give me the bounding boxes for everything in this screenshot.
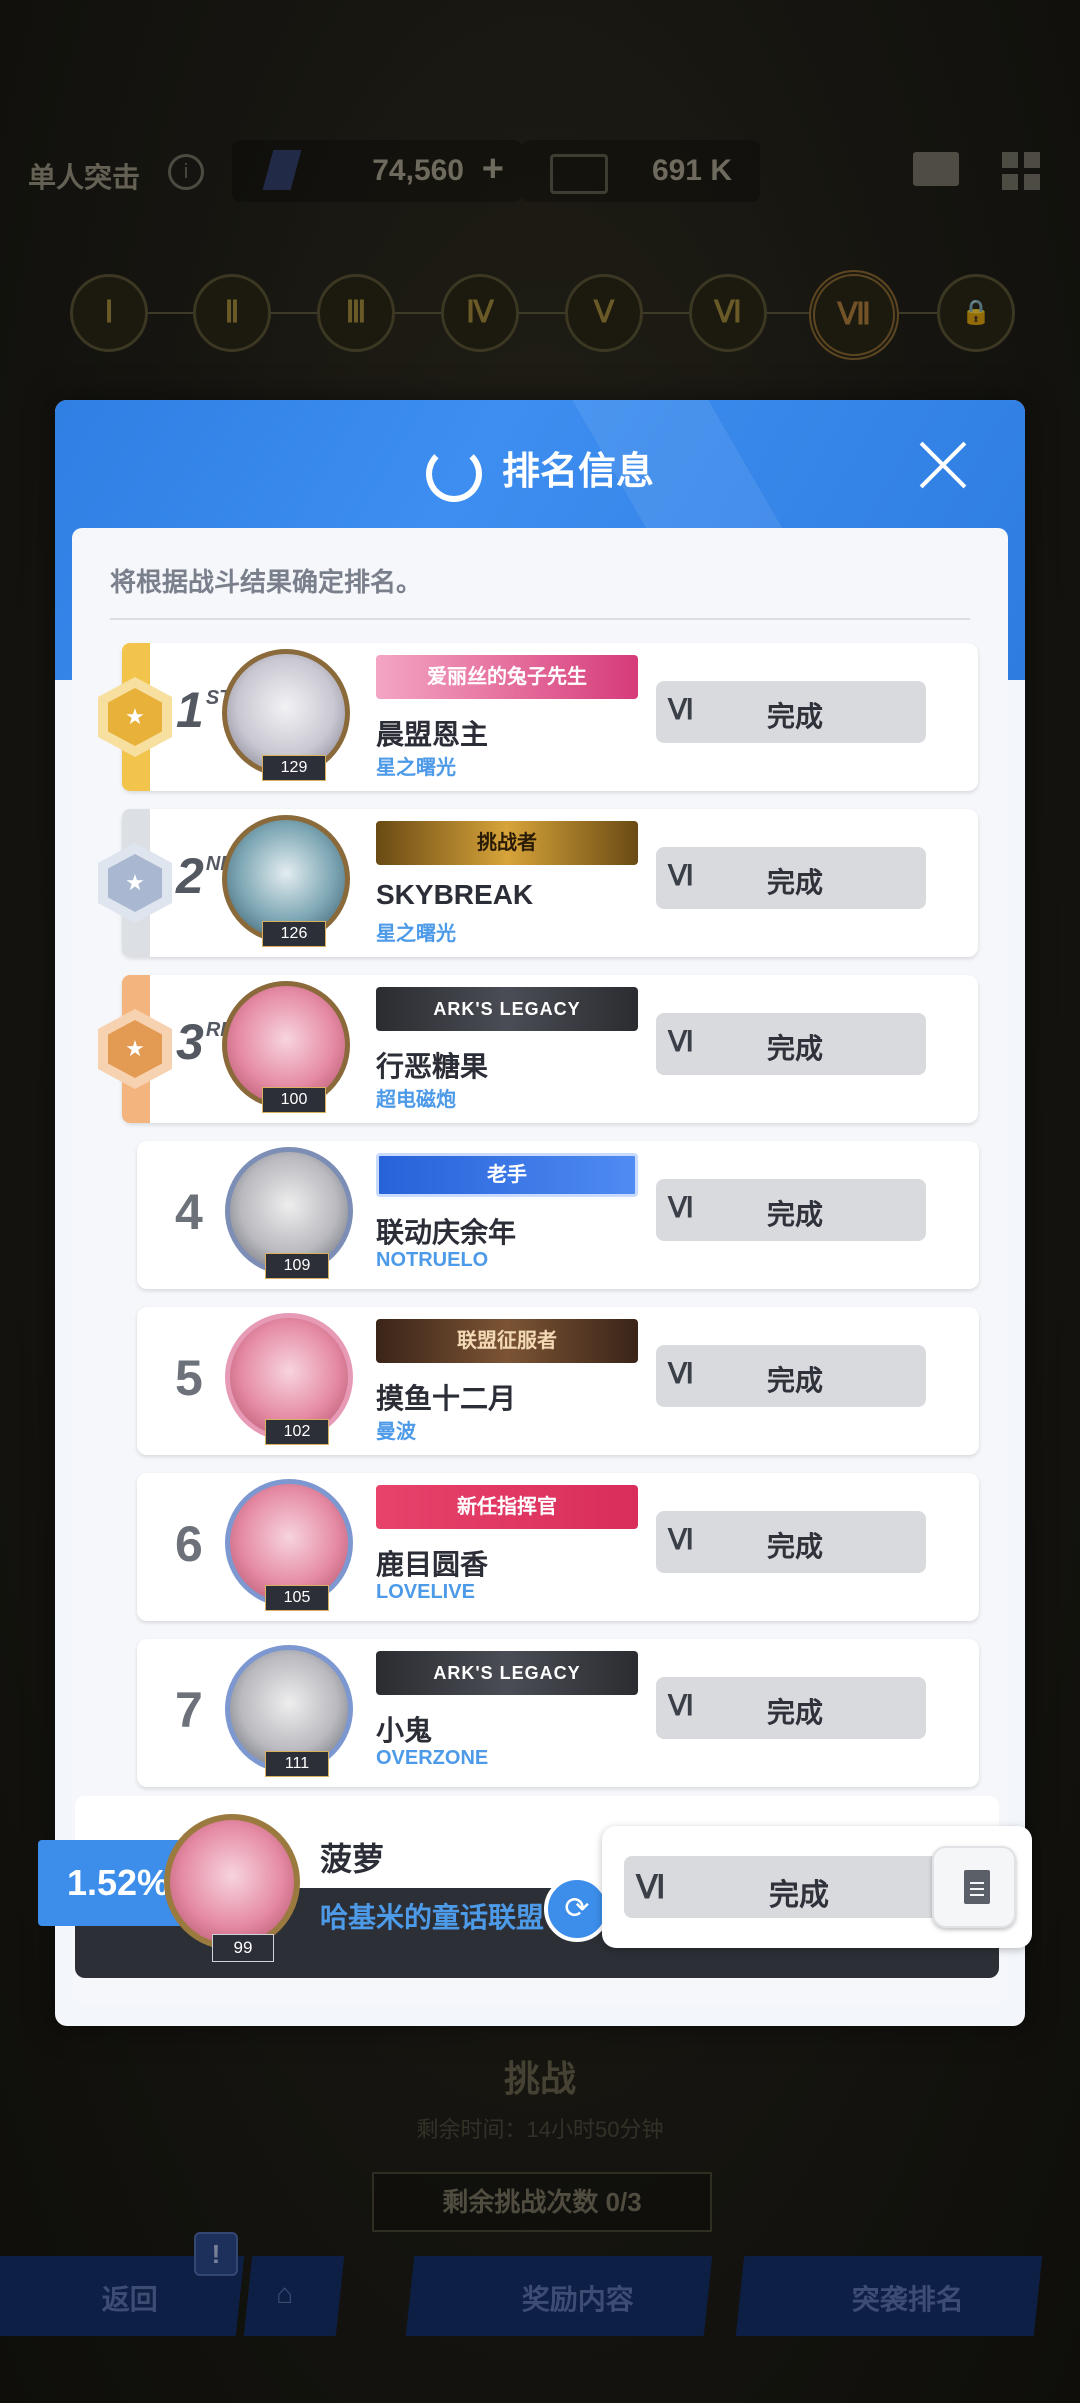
clear-status: Ⅵ 完成 <box>656 1345 926 1407</box>
player-guild: 超电磁炮 <box>376 1089 456 1111</box>
player-guild: 曼波 <box>376 1421 416 1443</box>
ranking-row-3[interactable]: ★ 3 RD 100 ARK'S LEGACY 行恶糖果 超电磁炮 Ⅵ 完成 <box>98 975 978 1123</box>
player-guild: OVERZONE <box>376 1747 489 1769</box>
gold-medal-icon: ★ <box>98 677 172 757</box>
player-guild: 星之曙光 <box>376 757 456 779</box>
status-text: 完成 <box>766 701 823 732</box>
status-text: 完成 <box>766 1697 823 1728</box>
player-level: 100 <box>262 1087 326 1113</box>
document-icon <box>964 1870 990 1904</box>
rank-number: 5 <box>175 1350 203 1406</box>
status-tier: Ⅵ <box>668 1691 694 1722</box>
clear-status: Ⅵ 完成 <box>656 681 926 743</box>
status-tier: Ⅵ <box>668 861 694 892</box>
clear-status: Ⅵ 完成 <box>656 1677 926 1739</box>
rank-number: 7 <box>175 1682 203 1738</box>
player-guild: NOTRUELO <box>376 1249 489 1271</box>
player-name: 摸鱼十二月 <box>376 1383 517 1414</box>
status-tier: Ⅵ <box>668 1027 694 1058</box>
ranking-row-5[interactable]: 5 102 联盟征服者 摸鱼十二月 曼波 Ⅵ 完成 <box>137 1307 979 1455</box>
my-name: 菠萝 <box>320 1841 385 1877</box>
clear-status: Ⅵ 完成 <box>656 1179 926 1241</box>
player-name: 小鬼 <box>376 1715 433 1746</box>
player-name: 联动庆余年 <box>376 1217 517 1248</box>
close-button[interactable] <box>917 440 967 490</box>
clear-status: Ⅵ 完成 <box>656 1013 926 1075</box>
player-name: 晨盟恩主 <box>376 719 489 750</box>
status-text: 完成 <box>766 1531 823 1562</box>
ranking-row-6[interactable]: 6 105 新任指挥官 鹿目圆香 LOVELIVE Ⅵ 完成 <box>137 1473 979 1621</box>
player-guild: 星之曙光 <box>376 923 456 945</box>
rank-number: 6 <box>175 1516 203 1572</box>
player-title-badge: ARK'S LEGACY <box>376 1651 638 1695</box>
clear-status: Ⅵ 完成 <box>656 847 926 909</box>
status-text: 完成 <box>766 867 823 898</box>
my-level: 99 <box>212 1934 274 1962</box>
player-level: 102 <box>265 1419 329 1445</box>
ranking-row-7[interactable]: 7 111 ARK'S LEGACY 小鬼 OVERZONE Ⅵ 完成 <box>137 1639 979 1787</box>
player-title-badge: 挑战者 <box>376 821 638 865</box>
my-ranking-row: 1.52% 99 菠萝 哈基米的童话联盟 ⟳ Ⅵ 完成 <box>38 1796 1032 1978</box>
my-clear-status: Ⅵ 完成 <box>624 1856 954 1918</box>
status-text: 完成 <box>769 1879 829 1912</box>
player-level: 111 <box>265 1751 329 1777</box>
modal-title-text: 排名信息 <box>501 451 654 493</box>
ranking-note: 将根据战斗结果确定排名。 <box>110 567 423 597</box>
player-level: 126 <box>262 921 326 947</box>
status-tier: Ⅵ <box>668 1193 694 1224</box>
player-title-badge: 新任指挥官 <box>376 1485 638 1529</box>
bronze-medal-icon: ★ <box>98 1009 172 1089</box>
my-battle-report-button[interactable] <box>932 1846 1016 1928</box>
player-level: 109 <box>265 1253 329 1279</box>
player-level: 105 <box>265 1585 329 1611</box>
status-tier: Ⅵ <box>668 1359 694 1390</box>
player-title-badge: ARK'S LEGACY <box>376 987 638 1031</box>
share-icon[interactable]: ⟳ <box>544 1876 610 1942</box>
player-name: 行恶糖果 <box>376 1051 489 1082</box>
status-text: 完成 <box>766 1033 823 1064</box>
my-avatar[interactable] <box>164 1814 300 1950</box>
laurel-icon <box>425 445 482 502</box>
ranking-modal: 排名信息 将根据战斗结果确定排名。 ★ 1 ST 129 爱丽丝的兔子先生 晨盟恩… <box>55 400 1025 2026</box>
player-guild: LOVELIVE <box>376 1581 475 1603</box>
my-guild: 哈基米的童话联盟 <box>320 1902 545 1933</box>
silver-medal-icon: ★ <box>98 843 172 923</box>
modal-title: 排名信息 <box>55 440 1025 502</box>
player-title-badge: 爱丽丝的兔子先生 <box>376 655 638 699</box>
status-tier: Ⅵ <box>636 1869 666 1905</box>
player-name: SKYBREAK <box>376 879 534 910</box>
player-title-badge: 联盟征服者 <box>376 1319 638 1363</box>
clear-status: Ⅵ 完成 <box>656 1511 926 1573</box>
modal-body: 将根据战斗结果确定排名。 ★ 1 ST 129 爱丽丝的兔子先生 晨盟恩主 星之曙… <box>72 528 1008 2004</box>
ranking-row-1[interactable]: ★ 1 ST 129 爱丽丝的兔子先生 晨盟恩主 星之曙光 Ⅵ 完成 <box>98 643 978 791</box>
player-level: 129 <box>262 755 326 781</box>
status-tier: Ⅵ <box>668 695 694 726</box>
divider <box>110 618 970 620</box>
rank-number: 4 <box>175 1184 203 1240</box>
ranking-row-2[interactable]: ★ 2 ND 126 挑战者 SKYBREAK 星之曙光 Ⅵ 完成 <box>98 809 978 957</box>
ranking-row-4[interactable]: 4 109 老手 联动庆余年 NOTRUELO Ⅵ 完成 <box>137 1141 979 1289</box>
player-name: 鹿目圆香 <box>376 1549 489 1580</box>
status-text: 完成 <box>766 1365 823 1396</box>
player-title-badge: 老手 <box>376 1153 638 1197</box>
status-text: 完成 <box>766 1199 823 1230</box>
status-tier: Ⅵ <box>668 1525 694 1556</box>
my-status-panel: Ⅵ 完成 <box>602 1826 1032 1948</box>
